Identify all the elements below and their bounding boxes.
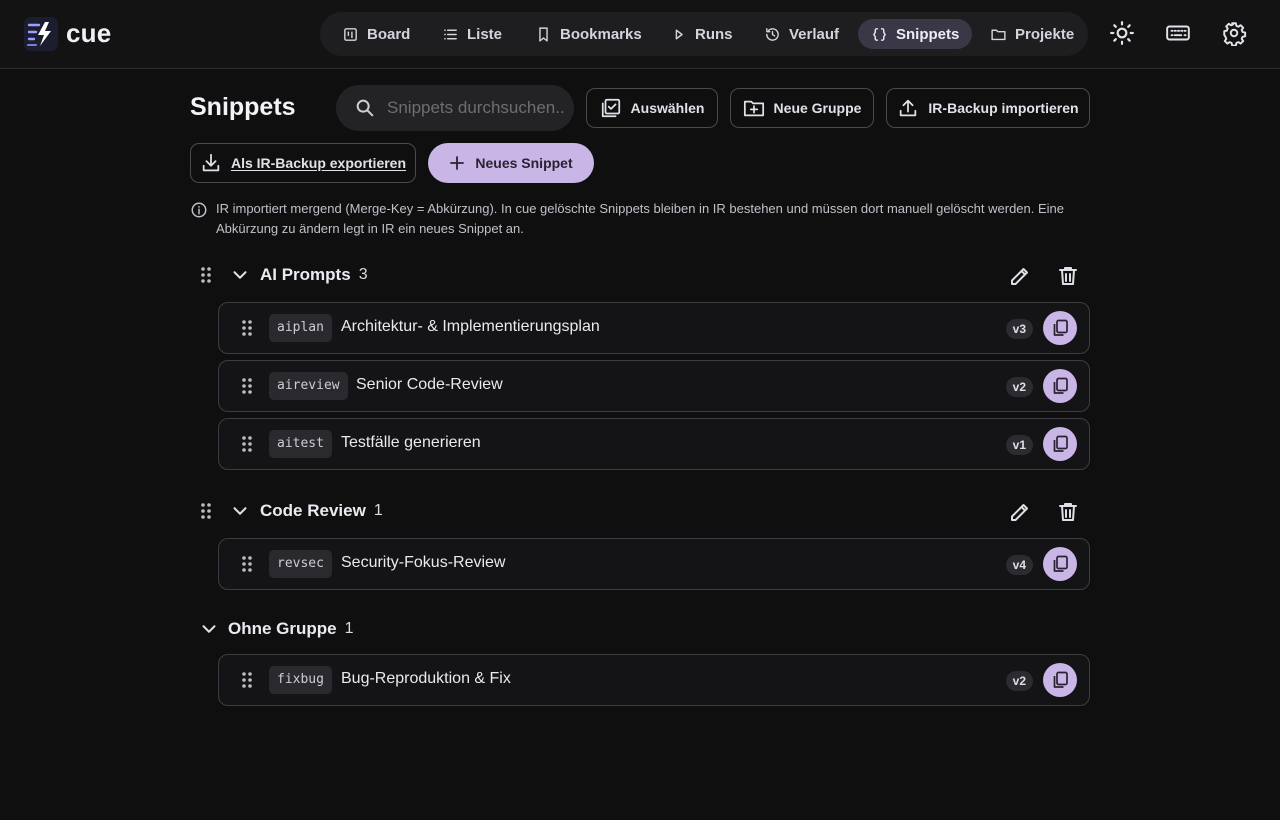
group-count: 1 bbox=[373, 502, 383, 519]
new-snippet-button[interactable]: Neues Snippet bbox=[428, 143, 594, 183]
copy-button[interactable] bbox=[1043, 427, 1077, 461]
braces-icon bbox=[871, 26, 888, 43]
nav-projekte[interactable]: Projekte bbox=[990, 19, 1074, 49]
version-badge: v2 bbox=[1005, 377, 1033, 397]
group-name: Ohne Gruppe bbox=[228, 619, 337, 638]
bookmark-icon bbox=[535, 26, 552, 43]
gear-icon[interactable] bbox=[1221, 20, 1247, 46]
search-box[interactable] bbox=[336, 85, 574, 131]
nav-runs-label: Runs bbox=[695, 25, 733, 43]
snippet-abbreviation: aitest bbox=[269, 430, 332, 458]
chevron-down-icon[interactable] bbox=[198, 618, 220, 640]
select-button-label: Auswählen bbox=[630, 100, 705, 116]
drag-handle-icon[interactable] bbox=[198, 501, 214, 521]
group-name: AI Prompts bbox=[260, 265, 351, 284]
page-title: Snippets bbox=[190, 93, 296, 121]
nav-verlauf[interactable]: Verlauf bbox=[764, 19, 839, 49]
chevron-down-icon[interactable] bbox=[229, 264, 251, 286]
new-group-button-label: Neue Gruppe bbox=[773, 100, 862, 116]
folder-plus-icon bbox=[743, 97, 765, 119]
sun-icon[interactable] bbox=[1109, 20, 1135, 46]
version-badge: v1 bbox=[1005, 435, 1033, 455]
import-backup-label: IR-Backup importieren bbox=[928, 100, 1079, 116]
snippet-row[interactable]: aiplan Architektur- & Implementierungspl… bbox=[218, 302, 1090, 354]
nav-board[interactable]: Board bbox=[342, 19, 410, 49]
cue-logo-icon[interactable] bbox=[24, 17, 58, 51]
snippet-row[interactable]: fixbug Bug-Reproduktion & Fix v2 bbox=[218, 654, 1090, 706]
snippet-title: Testfälle generieren bbox=[341, 434, 481, 451]
drag-handle-icon[interactable] bbox=[239, 376, 255, 396]
group-count: 1 bbox=[344, 620, 354, 637]
new-group-button[interactable]: Neue Gruppe bbox=[730, 88, 874, 128]
snippet-abbreviation: fixbug bbox=[269, 666, 332, 694]
group-header: Code Review 1 bbox=[198, 497, 383, 525]
drag-handle-icon[interactable] bbox=[198, 265, 214, 285]
copy-button[interactable] bbox=[1043, 663, 1077, 697]
version-badge: v3 bbox=[1005, 319, 1033, 339]
trash-icon[interactable] bbox=[1056, 264, 1080, 288]
nav-verlauf-label: Verlauf bbox=[789, 25, 840, 43]
copy-button[interactable] bbox=[1043, 311, 1077, 345]
nav-snippets[interactable]: Snippets bbox=[858, 19, 973, 49]
upload-icon bbox=[897, 97, 919, 119]
top-bar: cue Board Liste Bookmarks Runs Verlauf S… bbox=[0, 0, 1280, 69]
nav-snippets-label: Snippets bbox=[896, 25, 960, 43]
copy-button[interactable] bbox=[1043, 369, 1077, 403]
group-header: AI Prompts 3 bbox=[198, 261, 368, 289]
snippet-abbreviation: aireview bbox=[269, 372, 348, 400]
list-icon bbox=[442, 26, 459, 43]
snippet-row[interactable]: aireview Senior Code-Review v2 bbox=[218, 360, 1090, 412]
select-checkbox-icon bbox=[600, 97, 622, 119]
version-badge: v2 bbox=[1005, 671, 1033, 691]
chevron-down-icon[interactable] bbox=[229, 500, 251, 522]
new-snippet-label: Neues Snippet bbox=[475, 155, 573, 171]
snippet-title: Senior Code-Review bbox=[356, 376, 503, 393]
info-text: IR importiert mergend (Merge-Key = Abkür… bbox=[216, 201, 1064, 236]
nav-bookmarks-label: Bookmarks bbox=[560, 25, 642, 43]
trash-icon[interactable] bbox=[1056, 500, 1080, 524]
export-backup-label: Als IR-Backup exportieren bbox=[230, 155, 407, 171]
search-input[interactable] bbox=[387, 85, 567, 131]
play-icon bbox=[670, 26, 687, 43]
snippet-row[interactable]: revsec Security-Fokus-Review v4 bbox=[218, 538, 1090, 590]
snippet-title: Architektur- & Implementierungsplan bbox=[341, 318, 600, 335]
copy-button[interactable] bbox=[1043, 547, 1077, 581]
keyboard-icon[interactable] bbox=[1165, 20, 1191, 46]
group-name: Code Review bbox=[260, 501, 366, 520]
nav-board-label: Board bbox=[367, 25, 411, 43]
main-nav: Board Liste Bookmarks Runs Verlauf Snipp… bbox=[320, 12, 1088, 56]
pencil-icon[interactable] bbox=[1008, 264, 1032, 288]
drag-handle-icon[interactable] bbox=[239, 554, 255, 574]
board-icon bbox=[342, 26, 359, 43]
download-icon bbox=[200, 152, 222, 174]
drag-handle-icon[interactable] bbox=[239, 318, 255, 338]
history-icon bbox=[764, 26, 781, 43]
group-header: Ohne Gruppe 1 bbox=[198, 615, 354, 643]
nav-runs[interactable]: Runs bbox=[670, 19, 733, 49]
nav-projekte-label: Projekte bbox=[1015, 25, 1075, 43]
drag-handle-icon[interactable] bbox=[239, 670, 255, 690]
export-backup-button[interactable]: Als IR-Backup exportieren bbox=[190, 143, 416, 183]
drag-handle-icon[interactable] bbox=[239, 434, 255, 454]
snippet-abbreviation: aiplan bbox=[269, 314, 332, 342]
nav-liste-label: Liste bbox=[467, 25, 503, 43]
select-button[interactable]: Auswählen bbox=[586, 88, 718, 128]
pencil-icon[interactable] bbox=[1008, 500, 1032, 524]
info-note: IR importiert mergend (Merge-Key = Abkür… bbox=[190, 199, 1090, 239]
folder-icon bbox=[990, 26, 1007, 43]
snippet-row[interactable]: aitest Testfälle generieren v1 bbox=[218, 418, 1090, 470]
snippet-title: Security-Fokus-Review bbox=[341, 554, 506, 571]
snippet-abbreviation: revsec bbox=[269, 550, 332, 578]
plus-icon bbox=[449, 155, 465, 171]
group-count: 3 bbox=[358, 266, 368, 283]
nav-liste[interactable]: Liste bbox=[442, 19, 502, 49]
app-name: cue bbox=[66, 18, 112, 48]
import-backup-button[interactable]: IR-Backup importieren bbox=[886, 88, 1090, 128]
version-badge: v4 bbox=[1005, 555, 1033, 575]
nav-bookmarks[interactable]: Bookmarks bbox=[535, 19, 642, 49]
snippet-title: Bug-Reproduktion & Fix bbox=[341, 670, 511, 687]
